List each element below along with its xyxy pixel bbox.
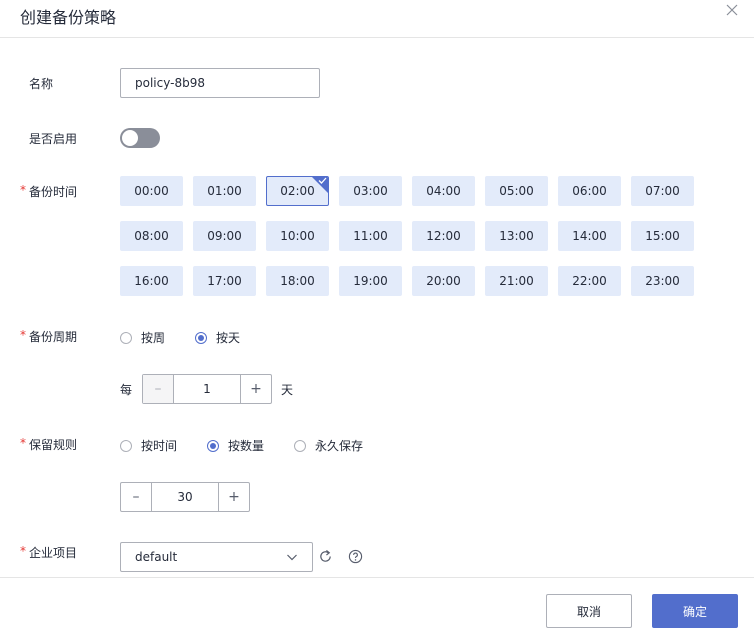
time-slot-label: 01:00 xyxy=(207,184,242,198)
retention-decrement-button[interactable]: – xyxy=(121,483,152,511)
time-slot[interactable]: 16:00 xyxy=(120,266,183,296)
time-slot[interactable]: 08:00 xyxy=(120,221,183,251)
cycle-decrement-button[interactable]: – xyxy=(143,375,174,403)
help-icon[interactable] xyxy=(348,549,363,564)
time-slot[interactable]: 17:00 xyxy=(193,266,256,296)
time-slot[interactable]: 22:00 xyxy=(558,266,621,296)
radio-cycle-day-circle xyxy=(195,331,207,344)
radio-cycle-week-circle xyxy=(120,331,132,344)
time-slot[interactable]: 11:00 xyxy=(339,221,402,251)
time-slot-label: 17:00 xyxy=(207,274,242,288)
backup-cycle-label: 备份周期 xyxy=(20,328,77,345)
time-slot-label: 23:00 xyxy=(645,274,680,288)
enterprise-project-value: default xyxy=(135,550,178,564)
time-slot[interactable]: 00:00 xyxy=(120,176,183,206)
cancel-button[interactable]: 取消 xyxy=(546,594,632,628)
enabled-switch[interactable] xyxy=(120,128,160,148)
name-label: 名称 xyxy=(29,77,54,91)
chevron-down-icon xyxy=(287,554,297,561)
time-slot-label: 20:00 xyxy=(426,274,461,288)
radio-retention-count-label: 按数量 xyxy=(228,439,265,453)
radio-retention-count-circle xyxy=(207,439,219,452)
backup-time-label: 备份时间 xyxy=(20,183,77,200)
time-slot[interactable]: 12:00 xyxy=(412,221,475,251)
time-slot-label: 14:00 xyxy=(572,229,607,243)
time-slot[interactable]: 01:00 xyxy=(193,176,256,206)
cycle-value[interactable]: 1 xyxy=(174,375,240,403)
time-slot[interactable]: 03:00 xyxy=(339,176,402,206)
radio-retention-count[interactable]: 按数量 xyxy=(207,437,264,454)
time-slot-label: 22:00 xyxy=(572,274,607,288)
cycle-increment-button[interactable]: + xyxy=(240,375,271,403)
enterprise-project-label: 企业项目 xyxy=(20,544,77,561)
time-slot-label: 09:00 xyxy=(207,229,242,243)
time-slot[interactable]: 14:00 xyxy=(558,221,621,251)
radio-cycle-week[interactable]: 按周 xyxy=(120,329,165,346)
radio-retention-time-label: 按时间 xyxy=(141,439,178,453)
enterprise-project-select[interactable]: default xyxy=(120,542,313,572)
time-slot-label: 15:00 xyxy=(645,229,680,243)
time-slot-label: 12:00 xyxy=(426,229,461,243)
time-slot-label: 16:00 xyxy=(134,274,169,288)
radio-retention-time-circle xyxy=(120,439,132,452)
radio-retention-forever-label: 永久保存 xyxy=(315,439,364,453)
time-slot[interactable]: 13:00 xyxy=(485,221,548,251)
time-slot-label: 18:00 xyxy=(280,274,315,288)
time-slot-label: 11:00 xyxy=(353,229,388,243)
check-icon xyxy=(318,177,327,184)
close-icon[interactable] xyxy=(724,2,740,18)
time-slot-label: 21:00 xyxy=(499,274,534,288)
radio-retention-time[interactable]: 按时间 xyxy=(120,437,177,454)
time-slot[interactable]: 23:00 xyxy=(631,266,694,296)
time-slot[interactable]: 20:00 xyxy=(412,266,475,296)
time-slot[interactable]: 18:00 xyxy=(266,266,329,296)
confirm-button[interactable]: 确定 xyxy=(652,594,738,628)
time-slot[interactable]: 10:00 xyxy=(266,221,329,251)
retention-value[interactable]: 30 xyxy=(152,483,218,511)
dialog-title: 创建备份策略 xyxy=(20,8,117,27)
time-slot[interactable]: 19:00 xyxy=(339,266,402,296)
time-slot[interactable]: 04:00 xyxy=(412,176,475,206)
footer-divider xyxy=(0,577,754,578)
time-slot[interactable]: 02:00 xyxy=(266,176,329,206)
time-slot[interactable]: 09:00 xyxy=(193,221,256,251)
time-slot-label: 06:00 xyxy=(572,184,607,198)
name-input[interactable] xyxy=(120,68,320,98)
radio-retention-forever-circle xyxy=(294,439,306,452)
cycle-prefix: 每 xyxy=(120,383,133,397)
time-slot-label: 10:00 xyxy=(280,229,315,243)
time-slot[interactable]: 07:00 xyxy=(631,176,694,206)
time-slot-label: 05:00 xyxy=(499,184,534,198)
header-divider xyxy=(0,37,754,38)
radio-cycle-day[interactable]: 按天 xyxy=(195,329,240,346)
time-slot-label: 00:00 xyxy=(134,184,169,198)
time-slot-label: 07:00 xyxy=(645,184,680,198)
radio-cycle-day-label: 按天 xyxy=(216,331,241,345)
time-slot-label: 08:00 xyxy=(134,229,169,243)
time-slot[interactable]: 05:00 xyxy=(485,176,548,206)
radio-retention-forever[interactable]: 永久保存 xyxy=(294,437,363,454)
time-slot-label: 04:00 xyxy=(426,184,461,198)
refresh-icon[interactable] xyxy=(318,549,333,564)
time-slot-label: 02:00 xyxy=(280,184,315,198)
time-slot[interactable]: 06:00 xyxy=(558,176,621,206)
time-slot[interactable]: 15:00 xyxy=(631,221,694,251)
retention-label: 保留规则 xyxy=(20,436,77,453)
radio-cycle-week-label: 按周 xyxy=(141,331,166,345)
time-slot-label: 13:00 xyxy=(499,229,534,243)
cycle-stepper: – 1 + xyxy=(142,374,272,404)
switch-knob xyxy=(122,130,138,146)
retention-increment-button[interactable]: + xyxy=(218,483,249,511)
time-slot[interactable]: 21:00 xyxy=(485,266,548,296)
time-slot-label: 19:00 xyxy=(353,274,388,288)
retention-stepper: – 30 + xyxy=(120,482,250,512)
time-slot-label: 03:00 xyxy=(353,184,388,198)
cycle-suffix: 天 xyxy=(281,383,294,397)
enabled-label: 是否启用 xyxy=(29,132,78,146)
